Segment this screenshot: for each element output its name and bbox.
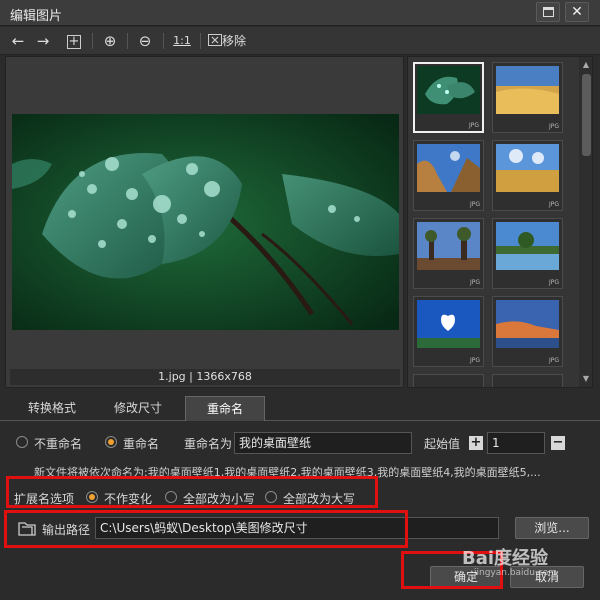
maximize-icon — [543, 7, 554, 17]
rename-label: 重命名 — [123, 437, 160, 451]
thumbnail-item[interactable]: JPG — [413, 140, 484, 211]
decrement-button[interactable]: − — [551, 436, 565, 450]
maximize-button[interactable] — [536, 2, 560, 22]
tab-resize[interactable]: 修改尺寸 — [98, 396, 178, 421]
thumbnail-item[interactable]: JPG — [492, 62, 563, 133]
rename-as-label: 重命名为 — [184, 437, 233, 451]
thumbnail-item[interactable]: JPG — [413, 62, 484, 133]
toolbar-divider — [92, 33, 93, 49]
title-bar: 编辑图片 ✕ — [0, 0, 600, 26]
zoom-in-icon[interactable]: ⊕ — [100, 31, 120, 51]
rename-panel: 不重命名 重命名 重命名为 我的桌面壁纸 起始值 + 1 − 新文件将被依次命名… — [0, 422, 600, 560]
watermark-logo: Bai度经验 — [462, 548, 549, 569]
thumbnail-image — [417, 66, 480, 114]
scroll-up-icon[interactable]: ▲ — [579, 59, 592, 71]
close-button[interactable]: ✕ — [565, 2, 589, 22]
thumbnail-item[interactable]: JPG — [492, 296, 563, 367]
rename-radio[interactable] — [105, 436, 117, 448]
zoom-out-icon[interactable]: ⊖ — [135, 31, 155, 51]
thumbnail-image — [496, 222, 559, 270]
remove-icon — [208, 34, 222, 46]
add-icon: + — [67, 33, 81, 49]
browse-button[interactable]: 浏览... — [515, 517, 589, 539]
window-title: 编辑图片 — [10, 9, 63, 24]
no-rename-label: 不重命名 — [34, 437, 83, 451]
toolbar: ← → + ⊕ ⊖ 1:1 移除 — [0, 27, 600, 55]
toolbar-divider — [163, 33, 164, 49]
thumbnail-image — [496, 144, 559, 192]
start-value-label: 起始值 — [424, 437, 461, 451]
thumbnail-item[interactable]: JPG — [413, 218, 484, 289]
thumbnail-scrollbar[interactable]: ▲ ▼ — [579, 57, 592, 387]
scroll-thumb[interactable] — [582, 74, 591, 156]
thumbnail-format-label: JPG — [469, 279, 480, 286]
toolbar-divider — [127, 33, 128, 49]
scroll-down-icon[interactable]: ▼ — [579, 373, 592, 385]
thumbnail-format-label: JPG — [548, 201, 559, 208]
output-highlight-box — [4, 510, 408, 548]
thumbnail-item[interactable] — [492, 374, 563, 387]
thumbnail-item[interactable]: JPG — [413, 296, 484, 367]
thumbnail-list: JPG JPG JPG JPG JPG JPG JPG JPG ▲ ▼ — [407, 56, 593, 388]
image-viewer: 1.jpg | 1366x768 — [5, 56, 404, 388]
watermark-url: jingyan.baidu.com — [474, 568, 558, 578]
forward-icon[interactable]: → — [33, 31, 53, 51]
thumbnail-format-label: JPG — [469, 201, 480, 208]
remove-label: 移除 — [222, 34, 247, 48]
close-icon: ✕ — [571, 4, 583, 20]
extension-highlight-box — [6, 476, 378, 508]
thumbnail-item[interactable]: JPG — [492, 218, 563, 289]
thumbnail-format-label: JPG — [468, 122, 479, 129]
thumbnail-format-label: JPG — [469, 357, 480, 364]
rename-as-input[interactable]: 我的桌面壁纸 — [234, 432, 412, 454]
thumbnail-image — [417, 144, 480, 192]
thumbnail-item[interactable] — [413, 374, 484, 387]
tab-bar: 转换格式 修改尺寸 重命名 — [0, 395, 600, 421]
increment-button[interactable]: + — [469, 436, 483, 450]
thumbnail-image — [496, 66, 559, 114]
thumbnail-format-label: JPG — [548, 123, 559, 130]
tab-rename[interactable]: 重命名 — [185, 396, 265, 421]
thumbnail-image — [417, 300, 480, 348]
start-value-input[interactable]: 1 — [487, 432, 545, 454]
no-rename-radio[interactable] — [16, 436, 28, 448]
preview-image — [12, 114, 399, 330]
thumbnail-item[interactable]: JPG — [492, 140, 563, 211]
image-caption: 1.jpg | 1366x768 — [10, 369, 400, 385]
thumbnail-format-label: JPG — [548, 357, 559, 364]
actual-size-button[interactable]: 1:1 — [171, 31, 193, 51]
thumbnail-image — [496, 300, 559, 348]
thumbnail-format-label: JPG — [548, 279, 559, 286]
thumbnail-image — [417, 222, 480, 270]
tab-convert-format[interactable]: 转换格式 — [12, 396, 92, 421]
add-image-button[interactable]: + — [64, 31, 84, 51]
back-icon[interactable]: ← — [8, 31, 28, 51]
toolbar-divider — [200, 33, 201, 49]
remove-button[interactable]: 移除 — [208, 31, 254, 51]
